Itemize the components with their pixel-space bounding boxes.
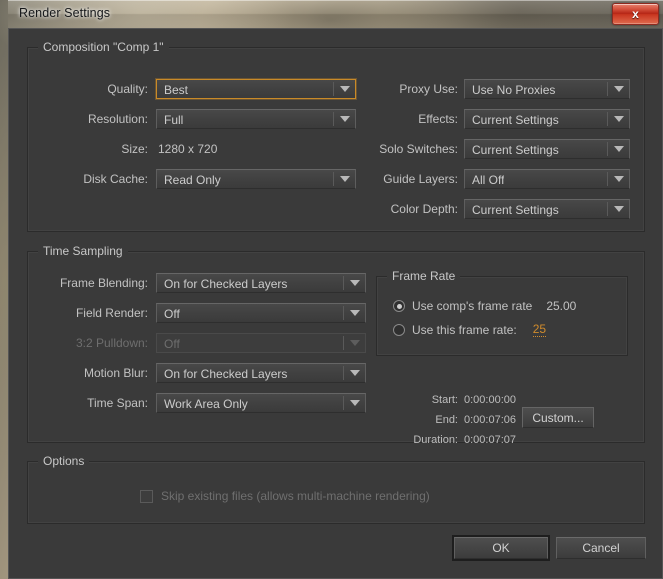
- frame-blending-label: Frame Blending:: [59, 276, 148, 290]
- dropdown-separator: [343, 396, 344, 410]
- cancel-button[interactable]: Cancel: [556, 537, 646, 559]
- size-value: 1280 x 720: [158, 142, 218, 156]
- render-settings-window: Render Settings x Composition "Comp 1" Q…: [8, 0, 663, 579]
- proxy-use-value: Use No Proxies: [472, 83, 556, 97]
- dropdown-separator: [607, 202, 608, 216]
- color-depth-dropdown[interactable]: Current Settings: [464, 199, 630, 219]
- composition-group-title: Composition "Comp 1": [38, 40, 169, 54]
- custom-frame-rate-value[interactable]: 25: [532, 323, 547, 337]
- color-depth-value: Current Settings: [472, 203, 559, 217]
- motion-blur-label: Motion Blur:: [83, 366, 148, 380]
- chevron-down-icon: [350, 280, 360, 286]
- dialog-body: Composition "Comp 1" Quality: Best Resol…: [8, 28, 663, 579]
- start-value: 0:00:00:00: [464, 394, 516, 406]
- skip-existing-files-checkbox: [140, 489, 153, 503]
- resolution-dropdown[interactable]: Full: [156, 109, 356, 129]
- duration-value: 0:00:07:07: [464, 434, 516, 446]
- dropdown-separator: [343, 366, 344, 380]
- close-icon: x: [632, 7, 639, 21]
- size-label: Size:: [121, 142, 148, 156]
- resolution-value: Full: [164, 113, 184, 127]
- frame-blending-dropdown[interactable]: On for Checked Layers: [156, 273, 366, 293]
- chevron-down-icon: [350, 370, 360, 376]
- dropdown-separator: [607, 82, 608, 96]
- chevron-down-icon: [614, 86, 624, 92]
- chevron-down-icon: [350, 340, 360, 346]
- frame-blending-value: On for Checked Layers: [164, 277, 288, 291]
- effects-dropdown[interactable]: Current Settings: [464, 109, 630, 129]
- disk-cache-dropdown[interactable]: Read Only: [156, 169, 356, 189]
- proxy-use-label: Proxy Use:: [399, 82, 458, 96]
- use-this-frame-rate-row[interactable]: Use this frame rate: 25: [393, 323, 547, 337]
- chevron-down-icon: [614, 116, 624, 122]
- color-depth-label: Color Depth:: [390, 202, 458, 216]
- time-span-label: Time Span:: [87, 396, 148, 410]
- chevron-down-icon: [614, 146, 624, 152]
- dropdown-separator: [607, 112, 608, 126]
- guide-layers-dropdown[interactable]: All Off: [464, 169, 630, 189]
- motion-blur-value: On for Checked Layers: [164, 367, 288, 381]
- time-sampling-group-title: Time Sampling: [38, 244, 128, 258]
- pulldown-label: 3:2 Pulldown:: [75, 336, 148, 350]
- chevron-down-icon: [350, 310, 360, 316]
- time-sampling-group: Time Sampling Frame Blending: On for Che…: [27, 244, 645, 446]
- end-label: End:: [435, 414, 458, 426]
- close-button[interactable]: x: [612, 3, 659, 25]
- skip-existing-files-row: Skip existing files (allows multi-machin…: [140, 489, 430, 503]
- solo-switches-dropdown[interactable]: Current Settings: [464, 139, 630, 159]
- options-group: Options Skip existing files (allows mult…: [27, 454, 645, 524]
- use-comp-frame-rate-label: Use comp's frame rate: [412, 299, 533, 313]
- start-label: Start:: [431, 394, 458, 406]
- guide-layers-label: Guide Layers:: [383, 172, 458, 186]
- frame-rate-group-title: Frame Rate: [387, 269, 461, 283]
- title-bar[interactable]: Render Settings x: [8, 0, 663, 28]
- dropdown-separator: [343, 306, 344, 320]
- chevron-down-icon: [614, 206, 624, 212]
- resolution-label: Resolution:: [87, 112, 148, 126]
- ok-button[interactable]: OK: [452, 535, 550, 561]
- custom-button[interactable]: Custom...: [522, 407, 594, 428]
- dropdown-separator: [607, 142, 608, 156]
- window-title: Render Settings: [19, 6, 111, 20]
- field-render-value: Off: [164, 307, 180, 321]
- dropdown-separator: [343, 336, 344, 350]
- options-group-title: Options: [38, 454, 90, 468]
- proxy-use-dropdown[interactable]: Use No Proxies: [464, 79, 630, 99]
- disk-cache-value: Read Only: [164, 173, 221, 187]
- dropdown-separator: [343, 276, 344, 290]
- use-this-frame-rate-label: Use this frame rate:: [412, 323, 517, 337]
- guide-layers-value: All Off: [472, 173, 505, 187]
- motion-blur-dropdown[interactable]: On for Checked Layers: [156, 363, 366, 383]
- dropdown-separator: [607, 172, 608, 186]
- quality-value: Best: [164, 83, 189, 97]
- chevron-down-icon: [614, 176, 624, 182]
- use-comp-frame-rate-row[interactable]: Use comp's frame rate 25.00: [393, 299, 576, 313]
- time-span-value: Work Area Only: [164, 397, 248, 411]
- skip-existing-files-label: Skip existing files (allows multi-machin…: [161, 489, 430, 503]
- field-render-label: Field Render:: [75, 306, 148, 320]
- quality-dropdown[interactable]: Best: [156, 79, 356, 99]
- duration-label: Duration:: [413, 434, 458, 446]
- composition-group: Composition "Comp 1" Quality: Best Resol…: [27, 40, 645, 232]
- frame-rate-group: Frame Rate Use comp's frame rate 25.00 U…: [376, 269, 628, 356]
- field-render-dropdown[interactable]: Off: [156, 303, 366, 323]
- pulldown-value: Off: [164, 337, 180, 351]
- effects-value: Current Settings: [472, 113, 559, 127]
- effects-label: Effects:: [418, 112, 458, 126]
- comp-frame-rate-value: 25.00: [546, 299, 577, 313]
- time-span-dropdown[interactable]: Work Area Only: [156, 393, 366, 413]
- end-value: 0:00:07:06: [464, 414, 516, 426]
- solo-switches-value: Current Settings: [472, 143, 559, 157]
- pulldown-dropdown: Off: [156, 333, 366, 353]
- use-comp-frame-rate-radio[interactable]: [393, 300, 405, 312]
- use-this-frame-rate-radio[interactable]: [393, 324, 405, 336]
- solo-switches-label: Solo Switches:: [379, 142, 458, 156]
- quality-label: Quality:: [107, 82, 148, 96]
- disk-cache-label: Disk Cache:: [83, 172, 148, 186]
